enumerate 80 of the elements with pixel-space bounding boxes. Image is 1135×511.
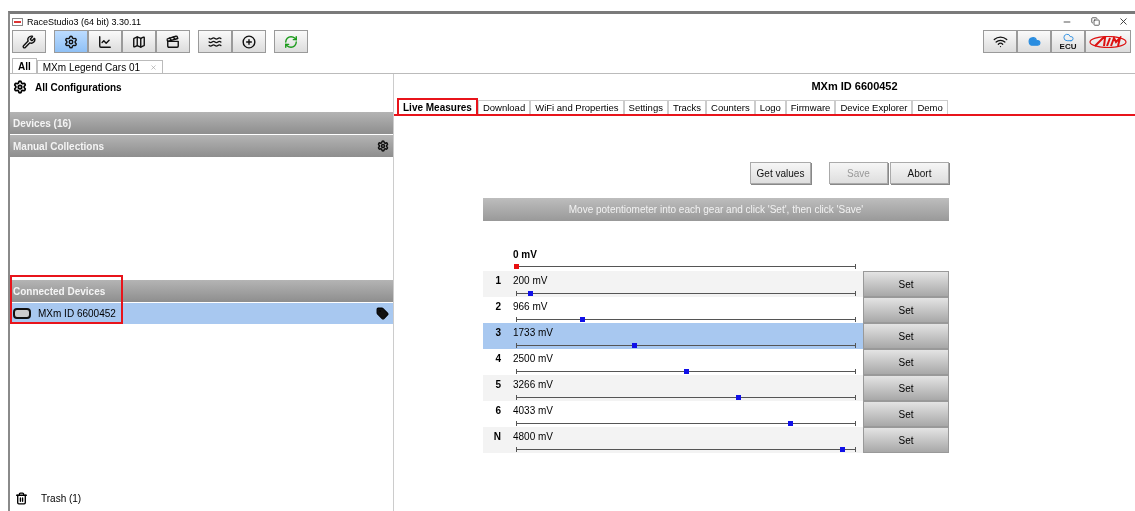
action-button[interactable]: Get values xyxy=(750,162,811,184)
gear-label: 3 xyxy=(494,326,501,338)
gear-row[interactable]: N 4800 mV xyxy=(483,427,863,453)
chart-icon xyxy=(98,34,112,49)
ecu-label: ECU xyxy=(1059,43,1077,51)
toolbar-button[interactable] xyxy=(198,30,232,53)
toolbar-button[interactable] xyxy=(54,30,88,53)
clapperboard-icon xyxy=(166,34,180,49)
app-icon xyxy=(12,17,23,26)
set-button[interactable]: Set xyxy=(863,401,949,427)
instruction-banner: Move potentiometer into each gear and click 'Set', then click 'Save' xyxy=(483,198,949,221)
set-button[interactable]: Set xyxy=(863,427,949,453)
wrench-icon xyxy=(22,34,36,49)
gear-row[interactable]: 5 3266 mV xyxy=(483,375,863,401)
toolbar-button[interactable] xyxy=(12,30,46,53)
refresh-icon xyxy=(284,34,298,49)
gear-reading: 1733 mV xyxy=(513,326,554,338)
set-button[interactable]: Set xyxy=(863,375,949,401)
device-title: MXm ID 6600452 xyxy=(810,79,899,94)
gear-row[interactable]: 1 200 mV xyxy=(483,271,863,297)
gear-reading: 966 mV xyxy=(513,300,548,312)
gear-reading: 2500 mV xyxy=(513,352,554,364)
toolbar-button[interactable] xyxy=(122,30,156,53)
wifi-icon xyxy=(992,34,1008,49)
device-tab[interactable]: Tracks xyxy=(667,100,707,114)
gear-reading: 4033 mV xyxy=(513,404,554,416)
device-tab[interactable]: Demo xyxy=(912,100,948,114)
device-tab[interactable]: WiFi and Properties xyxy=(530,100,624,114)
gear-label: 6 xyxy=(494,404,501,416)
section-title: Connected Devices xyxy=(13,285,106,297)
device-tab[interactable]: Settings xyxy=(623,100,668,114)
map-icon xyxy=(132,34,146,49)
settings-icon[interactable] xyxy=(377,140,389,152)
gear-label: 5 xyxy=(494,378,501,390)
all-configurations-label: All Configurations xyxy=(35,81,122,93)
device-name: MXm ID 6600452 xyxy=(38,308,116,319)
device-icon xyxy=(13,308,31,319)
set-button[interactable]: Set xyxy=(863,271,949,297)
gear-reading: 3266 mV xyxy=(513,378,554,390)
trash-label[interactable]: Trash (1) xyxy=(41,492,82,504)
set-button[interactable]: Set xyxy=(863,297,949,323)
device-tab[interactable]: Device Explorer xyxy=(835,100,913,114)
gear-label: 4 xyxy=(494,352,501,364)
device-item[interactable]: MXm ID 6600452 xyxy=(10,303,393,324)
config-tab[interactable]: All xyxy=(12,58,37,73)
device-tab[interactable]: Counters xyxy=(706,100,755,114)
section-title: Manual Collections xyxy=(13,140,105,152)
gear-label: 1 xyxy=(494,274,501,286)
gear-icon xyxy=(64,34,78,49)
gear-label: 2 xyxy=(494,300,501,312)
window-title: RaceStudio3 (64 bit) 3.30.11 xyxy=(27,16,142,27)
close-icon xyxy=(1117,16,1129,27)
cloud-icon xyxy=(1027,35,1041,48)
set-button[interactable]: Set xyxy=(863,349,949,375)
action-button[interactable]: Abort xyxy=(890,162,949,184)
gear-reading: 200 mV xyxy=(513,274,548,286)
toolbar-button[interactable] xyxy=(156,30,190,53)
config-tab[interactable]: MXm Legend Cars 01 xyxy=(36,60,164,73)
toolbar-button[interactable] xyxy=(983,30,1017,53)
toolbar-button[interactable] xyxy=(232,30,266,53)
device-tab[interactable]: Download xyxy=(477,100,531,114)
plus-circle-icon xyxy=(242,34,256,49)
current-reading: 0 mV xyxy=(513,248,537,260)
gear-reading: 4800 mV xyxy=(513,430,554,442)
tag-icon xyxy=(376,307,389,320)
cloud-icon xyxy=(1062,32,1074,43)
restore-icon xyxy=(1090,17,1100,26)
logo-icon xyxy=(1089,35,1127,48)
gear-label: N xyxy=(492,430,501,442)
waves-icon xyxy=(208,34,222,49)
device-tab[interactable]: Logo xyxy=(754,100,786,114)
device-tab[interactable]: Firmware xyxy=(785,100,836,114)
trash-icon xyxy=(15,491,28,505)
toolbar-button[interactable] xyxy=(88,30,122,53)
set-button[interactable]: Set xyxy=(863,323,949,349)
section-title: Devices (16) xyxy=(13,117,72,129)
gear-row[interactable]: 3 1733 mV xyxy=(483,323,863,349)
toolbar-button[interactable]: ECU xyxy=(1051,30,1085,53)
device-tab[interactable]: Live Measures xyxy=(397,98,478,114)
gears-icon xyxy=(13,80,27,94)
